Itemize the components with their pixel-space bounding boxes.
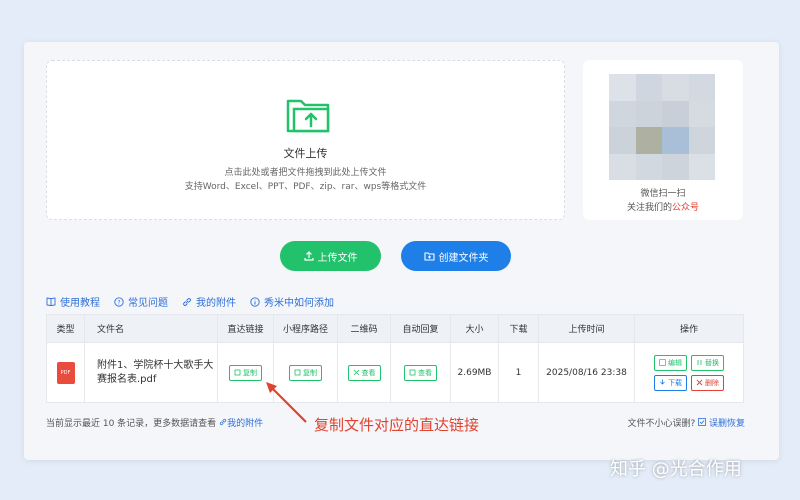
- link-faq[interactable]: ? 常见问题: [114, 294, 168, 309]
- col-actions: 操作: [634, 314, 744, 343]
- folder-upload-icon: [286, 99, 330, 133]
- copy-icon: [294, 369, 301, 376]
- restore-section: 文件不小心误删? 误删恢复: [627, 416, 745, 429]
- link-my-attachments[interactable]: 我的附件: [182, 294, 236, 309]
- edit-button[interactable]: 编辑: [654, 354, 687, 371]
- cell-size: 2.69MB: [450, 342, 499, 403]
- copy-direct-link-label: 复制: [243, 368, 257, 377]
- edit-label: 编辑: [668, 358, 682, 367]
- download-label: 下载: [668, 378, 682, 387]
- restore-label: 误删恢复: [708, 419, 745, 429]
- qr-follow-text: 关注我们的公众号: [583, 200, 743, 213]
- download-icon: [660, 379, 665, 385]
- upload-file-button[interactable]: 上传文件: [280, 241, 381, 271]
- link-tutorial[interactable]: 使用教程: [46, 294, 100, 309]
- col-upload-time: 上传时间: [538, 314, 635, 343]
- qrcode-icon: [353, 369, 359, 376]
- message-icon: [409, 369, 416, 376]
- col-downloads: 下载: [498, 314, 539, 343]
- record-count-text: 当前显示最近 10 条记录，更多数据请查看 我的附件: [46, 416, 263, 429]
- upload-hint-line2: 支持Word、Excel、PPT、PDF、zip、rar、wps等格式文件: [184, 182, 427, 192]
- create-folder-button[interactable]: 创建文件夹: [401, 241, 511, 271]
- qr-code-image: [609, 74, 715, 180]
- col-direct-link: 直达链接: [217, 314, 274, 343]
- copy-icon: [234, 369, 241, 376]
- book-icon: [46, 297, 56, 306]
- restore-question: 文件不小心误删?: [627, 419, 696, 429]
- table-header-row: 类型 文件名 直达链接 小程序路径 二维码 自动回复 大小 下载 上传时间 操作: [46, 314, 744, 343]
- view-auto-reply-button[interactable]: 查看: [404, 364, 437, 381]
- qr-follow-highlight: 公众号: [672, 203, 700, 213]
- delete-button[interactable]: 删除: [691, 374, 724, 391]
- link-tutorial-label: 使用教程: [60, 298, 100, 309]
- cell-downloads: 1: [498, 342, 539, 403]
- svg-text:?: ?: [117, 299, 120, 306]
- close-icon: [696, 379, 703, 386]
- view-qrcode-button[interactable]: 查看: [347, 364, 381, 381]
- create-folder-label: 创建文件夹: [438, 252, 489, 264]
- main-card: 文件上传 点击此处或者把文件拖拽到此处上传文件 支持Word、Excel、PPT…: [24, 42, 779, 460]
- info-icon: [250, 296, 260, 307]
- col-size: 大小: [450, 314, 499, 343]
- copy-mini-path-button[interactable]: 复制: [289, 364, 322, 381]
- folder-add-icon: [423, 252, 435, 261]
- col-filename: 文件名: [84, 314, 218, 343]
- cell-actions: 编辑 替换 下载 删除: [634, 342, 744, 403]
- file-table: 类型 文件名 直达链接 小程序路径 二维码 自动回复 大小 下载 上传时间 操作…: [46, 314, 744, 403]
- upload-file-label: 上传文件: [317, 252, 358, 264]
- watermark-text: 知乎 @光合作用: [610, 459, 742, 480]
- copy-mini-path-label: 复制: [303, 368, 317, 377]
- annotation-text: 复制文件对应的直达链接: [314, 416, 480, 434]
- upload-hint: 点击此处或者把文件拖拽到此处上传文件 支持Word、Excel、PPT、PDF、…: [47, 166, 564, 194]
- cell-auto-reply: 查看: [390, 342, 451, 403]
- link-xiumi[interactable]: 秀米中如何添加: [250, 294, 334, 309]
- table-row: PDF 附件1、学院杯十大歌手大赛报名表.pdf 复制 复制 查看 查看 2.6…: [46, 342, 744, 403]
- link-icon: [219, 418, 227, 426]
- footer-my-attachments-link[interactable]: 我的附件: [219, 418, 264, 429]
- swap-icon: [697, 360, 702, 365]
- check-square-icon: [698, 418, 707, 426]
- view-auto-reply-label: 查看: [418, 368, 432, 377]
- col-mini-path: 小程序路径: [273, 314, 338, 343]
- help-links: 使用教程 ? 常见问题 我的附件 秀米中如何添加: [46, 294, 334, 309]
- cell-qrcode: 查看: [337, 342, 391, 403]
- qr-caption: 微信扫一扫: [640, 189, 686, 199]
- link-faq-label: 常见问题: [128, 298, 168, 309]
- question-icon: ?: [114, 296, 124, 307]
- download-button[interactable]: 下载: [654, 374, 687, 391]
- col-auto-reply: 自动回复: [390, 314, 451, 343]
- restore-link[interactable]: 误删恢复: [698, 418, 745, 429]
- replace-label: 替换: [705, 358, 719, 367]
- copy-direct-link-button[interactable]: 复制: [229, 364, 262, 381]
- upload-dropzone[interactable]: 文件上传 点击此处或者把文件拖拽到此处上传文件 支持Word、Excel、PPT…: [46, 60, 565, 220]
- upload-icon: [303, 251, 314, 261]
- delete-label: 删除: [705, 378, 719, 387]
- qr-panel: 微信扫一扫 关注我们的公众号: [583, 60, 743, 220]
- cell-type: PDF: [46, 342, 85, 403]
- upload-hint-line1: 点击此处或者把文件拖拽到此处上传文件: [224, 168, 387, 178]
- col-qrcode: 二维码: [337, 314, 391, 343]
- annotation-arrow: [266, 382, 307, 423]
- replace-button[interactable]: 替换: [691, 354, 724, 371]
- edit-icon: [659, 359, 666, 366]
- pdf-file-icon: PDF: [56, 361, 75, 384]
- link-xiumi-label: 秀米中如何添加: [264, 298, 334, 309]
- upload-title: 文件上传: [283, 147, 328, 160]
- link-my-attachments-label: 我的附件: [196, 298, 236, 309]
- record-count-label: 当前显示最近 10 条记录，更多数据请查看: [46, 419, 217, 429]
- link-icon: [183, 297, 191, 306]
- cell-filename: 附件1、学院杯十大歌手大赛报名表.pdf: [84, 342, 218, 403]
- view-qrcode-label: 查看: [361, 368, 376, 377]
- footer-my-attachments-label: 我的附件: [227, 419, 264, 429]
- col-type: 类型: [46, 314, 85, 343]
- cell-upload-time: 2025/08/16 23:38: [538, 342, 635, 403]
- qr-follow-prefix: 关注我们的: [626, 203, 672, 213]
